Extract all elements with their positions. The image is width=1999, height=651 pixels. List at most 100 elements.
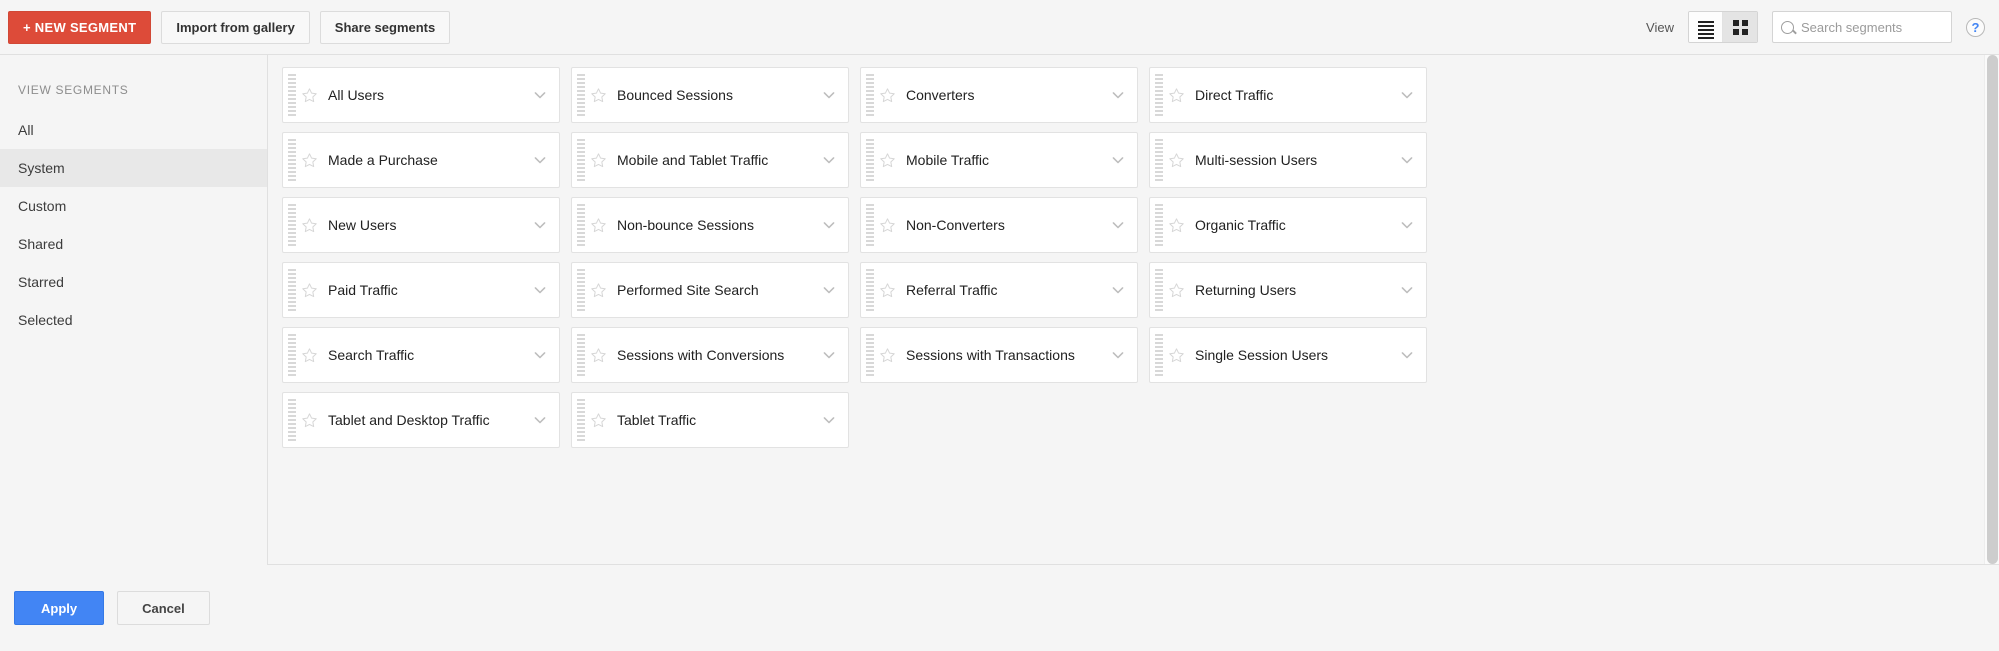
drag-handle-icon[interactable]: [1155, 334, 1163, 376]
star-outline-icon[interactable]: [301, 347, 318, 364]
new-segment-button[interactable]: + NEW SEGMENT: [8, 10, 152, 44]
chevron-down-icon[interactable]: [1396, 149, 1418, 171]
star-outline-icon[interactable]: [879, 152, 896, 169]
apply-button[interactable]: Apply: [14, 591, 105, 625]
drag-handle-icon[interactable]: [1155, 74, 1163, 116]
star-outline-icon[interactable]: [879, 217, 896, 234]
segment-card[interactable]: Multi-session Users: [1149, 132, 1427, 188]
segment-card[interactable]: New Users: [282, 197, 560, 253]
sidebar-item-starred[interactable]: Starred: [0, 263, 267, 301]
star-outline-icon[interactable]: [1168, 282, 1185, 299]
star-outline-icon[interactable]: [879, 347, 896, 364]
segment-card[interactable]: Single Session Users: [1149, 327, 1427, 383]
star-outline-icon[interactable]: [879, 87, 896, 104]
chevron-down-icon[interactable]: [818, 149, 840, 171]
chevron-down-icon[interactable]: [1396, 344, 1418, 366]
help-circle-icon[interactable]: ?: [1966, 17, 1985, 37]
chevron-down-icon[interactable]: [818, 279, 840, 301]
import-from-gallery-button[interactable]: Import from gallery: [161, 10, 310, 44]
star-outline-icon[interactable]: [590, 347, 607, 364]
star-outline-icon[interactable]: [590, 87, 607, 104]
content-scrollbar[interactable]: [1984, 55, 1999, 564]
segment-card[interactable]: Returning Users: [1149, 262, 1427, 318]
chevron-down-icon[interactable]: [1107, 84, 1129, 106]
segment-card[interactable]: Tablet and Desktop Traffic: [282, 392, 560, 448]
star-outline-icon[interactable]: [301, 87, 318, 104]
chevron-down-icon[interactable]: [818, 344, 840, 366]
search-segments-box[interactable]: [1772, 11, 1952, 43]
segment-card[interactable]: Non-Converters: [860, 197, 1138, 253]
chevron-down-icon[interactable]: [1107, 214, 1129, 236]
grid-view-button[interactable]: [1723, 12, 1757, 42]
chevron-down-icon[interactable]: [1107, 344, 1129, 366]
star-outline-icon[interactable]: [301, 152, 318, 169]
drag-handle-icon[interactable]: [577, 74, 585, 116]
drag-handle-icon[interactable]: [577, 269, 585, 311]
segment-card[interactable]: Sessions with Transactions: [860, 327, 1138, 383]
segment-card[interactable]: Made a Purchase: [282, 132, 560, 188]
drag-handle-icon[interactable]: [577, 204, 585, 246]
drag-handle-icon[interactable]: [577, 399, 585, 441]
drag-handle-icon[interactable]: [1155, 139, 1163, 181]
segment-card[interactable]: Bounced Sessions: [571, 67, 849, 123]
star-outline-icon[interactable]: [879, 282, 896, 299]
drag-handle-icon[interactable]: [866, 269, 874, 311]
segment-card[interactable]: Mobile Traffic: [860, 132, 1138, 188]
segment-card[interactable]: Search Traffic: [282, 327, 560, 383]
segment-card[interactable]: Converters: [860, 67, 1138, 123]
search-input[interactable]: [1801, 19, 1943, 35]
chevron-down-icon[interactable]: [529, 214, 551, 236]
chevron-down-icon[interactable]: [1396, 214, 1418, 236]
drag-handle-icon[interactable]: [288, 399, 296, 441]
chevron-down-icon[interactable]: [1107, 149, 1129, 171]
drag-handle-icon[interactable]: [1155, 269, 1163, 311]
drag-handle-icon[interactable]: [577, 334, 585, 376]
chevron-down-icon[interactable]: [529, 84, 551, 106]
star-outline-icon[interactable]: [301, 412, 318, 429]
cancel-button[interactable]: Cancel: [117, 591, 210, 625]
drag-handle-icon[interactable]: [866, 74, 874, 116]
sidebar-item-shared[interactable]: Shared: [0, 225, 267, 263]
chevron-down-icon[interactable]: [1396, 279, 1418, 301]
star-outline-icon[interactable]: [301, 217, 318, 234]
segment-card[interactable]: Sessions with Conversions: [571, 327, 849, 383]
drag-handle-icon[interactable]: [577, 139, 585, 181]
segment-card[interactable]: Mobile and Tablet Traffic: [571, 132, 849, 188]
sidebar-item-system[interactable]: System: [0, 149, 267, 187]
chevron-down-icon[interactable]: [1396, 84, 1418, 106]
chevron-down-icon[interactable]: [529, 279, 551, 301]
drag-handle-icon[interactable]: [288, 74, 296, 116]
chevron-down-icon[interactable]: [529, 344, 551, 366]
drag-handle-icon[interactable]: [866, 334, 874, 376]
star-outline-icon[interactable]: [590, 152, 607, 169]
segment-card[interactable]: All Users: [282, 67, 560, 123]
drag-handle-icon[interactable]: [288, 139, 296, 181]
segment-card[interactable]: Paid Traffic: [282, 262, 560, 318]
drag-handle-icon[interactable]: [866, 204, 874, 246]
star-outline-icon[interactable]: [590, 412, 607, 429]
share-segments-button[interactable]: Share segments: [319, 10, 451, 44]
star-outline-icon[interactable]: [590, 282, 607, 299]
sidebar-item-all[interactable]: All: [0, 111, 267, 149]
drag-handle-icon[interactable]: [866, 139, 874, 181]
drag-handle-icon[interactable]: [288, 334, 296, 376]
segment-card[interactable]: Organic Traffic: [1149, 197, 1427, 253]
list-view-button[interactable]: [1689, 12, 1723, 42]
chevron-down-icon[interactable]: [818, 409, 840, 431]
sidebar-item-custom[interactable]: Custom: [0, 187, 267, 225]
chevron-down-icon[interactable]: [529, 409, 551, 431]
segment-card[interactable]: Direct Traffic: [1149, 67, 1427, 123]
sidebar-item-selected[interactable]: Selected: [0, 301, 267, 339]
star-outline-icon[interactable]: [1168, 152, 1185, 169]
chevron-down-icon[interactable]: [1107, 279, 1129, 301]
drag-handle-icon[interactable]: [288, 269, 296, 311]
star-outline-icon[interactable]: [590, 217, 607, 234]
segment-card[interactable]: Tablet Traffic: [571, 392, 849, 448]
segment-card[interactable]: Referral Traffic: [860, 262, 1138, 318]
chevron-down-icon[interactable]: [818, 84, 840, 106]
segment-card[interactable]: Performed Site Search: [571, 262, 849, 318]
segment-card[interactable]: Non-bounce Sessions: [571, 197, 849, 253]
star-outline-icon[interactable]: [1168, 87, 1185, 104]
star-outline-icon[interactable]: [301, 282, 318, 299]
chevron-down-icon[interactable]: [818, 214, 840, 236]
